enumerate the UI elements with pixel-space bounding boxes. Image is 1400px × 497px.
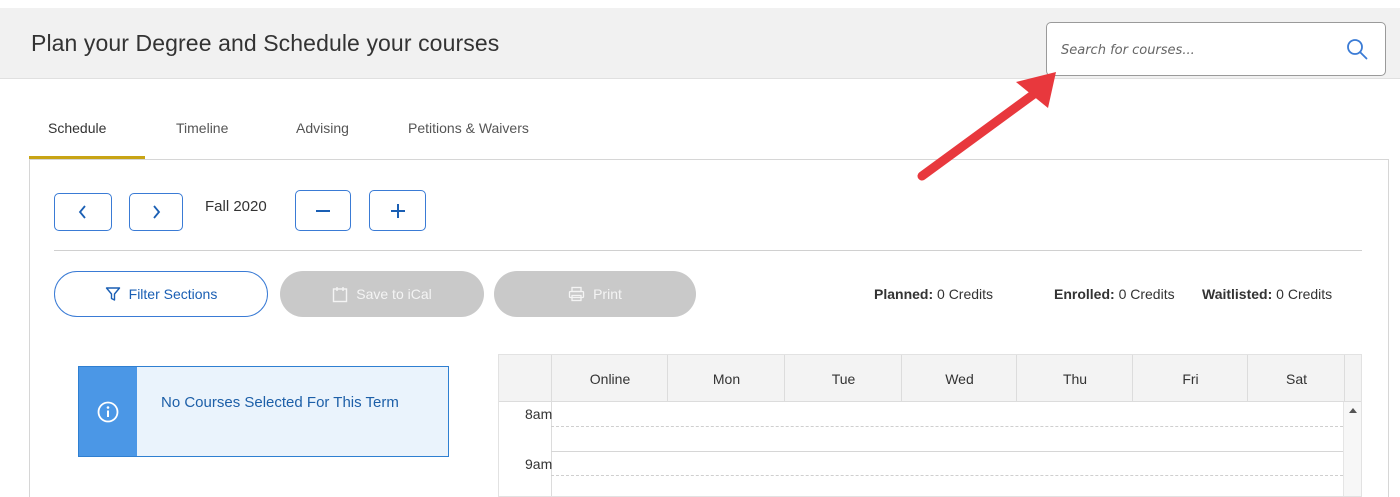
time-label-8am: 8am: [525, 406, 553, 422]
filter-sections-button[interactable]: Filter Sections: [54, 271, 268, 317]
current-term-label: Fall 2020: [205, 198, 267, 215]
info-icon: [97, 401, 119, 422]
weekly-calendar: Online Mon Tue Wed Thu Fri Sat 8am 9am: [498, 354, 1362, 497]
search-box[interactable]: [1046, 22, 1386, 76]
calendar-day-tue: Tue: [831, 371, 856, 387]
remove-term-button[interactable]: [295, 190, 351, 231]
no-courses-message: No Courses Selected For This Term: [161, 394, 399, 411]
tab-schedule[interactable]: Schedule: [48, 120, 106, 136]
save-to-ical-label: Save to iCal: [356, 286, 432, 302]
half-hour-line: [551, 426, 1343, 427]
notice-icon-column: [79, 367, 137, 456]
enrolled-credits: Enrolled: 0 Credits: [1054, 286, 1175, 302]
filter-icon: [105, 287, 120, 301]
calendar-column-mon: Mon: [667, 355, 784, 402]
calendar-scrollbar[interactable]: [1343, 402, 1361, 496]
no-courses-notice: No Courses Selected For This Term: [78, 366, 449, 457]
chevron-left-icon: [78, 205, 86, 219]
enrolled-credits-value: 0 Credits: [1118, 286, 1175, 302]
waitlisted-credits-value: 0 Credits: [1276, 286, 1333, 302]
calendar-column-thu: Thu: [1016, 355, 1132, 402]
calendar-day-thu: Thu: [1062, 371, 1088, 387]
calendar-day-wed: Wed: [945, 371, 974, 387]
calendar-day-sat: Sat: [1285, 371, 1307, 387]
calendar-column-sat: Sat: [1247, 355, 1344, 402]
calendar-icon: [333, 286, 348, 302]
tab-petitions-waivers[interactable]: Petitions & Waivers: [408, 120, 529, 136]
previous-term-button[interactable]: [54, 193, 112, 231]
filter-sections-label: Filter Sections: [128, 286, 218, 302]
page-title: Plan your Degree and Schedule your cours…: [31, 30, 500, 56]
plus-icon: [390, 203, 405, 218]
annotation-arrow-icon: [917, 72, 1056, 181]
section-divider: [54, 250, 1362, 251]
page-header: Plan your Degree and Schedule your cours…: [0, 8, 1400, 79]
printer-icon: [568, 286, 585, 302]
enrolled-credits-label: Enrolled:: [1054, 286, 1115, 302]
planned-credits-label: Planned:: [874, 286, 934, 302]
calendar-day-mon: Mon: [712, 371, 741, 387]
chevron-right-icon: [153, 205, 161, 219]
calendar-column-online: Online: [551, 355, 667, 402]
tab-timeline[interactable]: Timeline: [176, 120, 228, 136]
planned-credits: Planned: 0 Credits: [874, 286, 993, 302]
search-input[interactable]: [1061, 37, 1331, 63]
scroll-up-arrow-icon[interactable]: [1349, 408, 1357, 413]
calendar-column-fri: Fri: [1132, 355, 1247, 402]
calendar-column-scroll-header: [1344, 355, 1361, 402]
minus-icon: [316, 209, 330, 212]
hour-line: [551, 451, 1343, 452]
calendar-day-online: Online: [589, 371, 631, 387]
waitlisted-credits-label: Waitlisted:: [1202, 286, 1273, 302]
time-label-9am: 9am: [525, 456, 553, 472]
save-to-ical-button[interactable]: Save to iCal: [280, 271, 484, 317]
calendar-column-tue: Tue: [784, 355, 901, 402]
next-term-button[interactable]: [129, 193, 183, 231]
search-icon[interactable]: [1345, 37, 1369, 61]
tab-advising[interactable]: Advising: [296, 120, 349, 136]
half-hour-line: [551, 475, 1343, 476]
print-label: Print: [593, 286, 622, 302]
planned-credits-value: 0 Credits: [937, 286, 994, 302]
add-term-button[interactable]: [369, 190, 426, 231]
print-button[interactable]: Print: [494, 271, 696, 317]
waitlisted-credits: Waitlisted: 0 Credits: [1202, 286, 1332, 302]
calendar-column-wed: Wed: [901, 355, 1016, 402]
calendar-day-fri: Fri: [1182, 371, 1199, 387]
